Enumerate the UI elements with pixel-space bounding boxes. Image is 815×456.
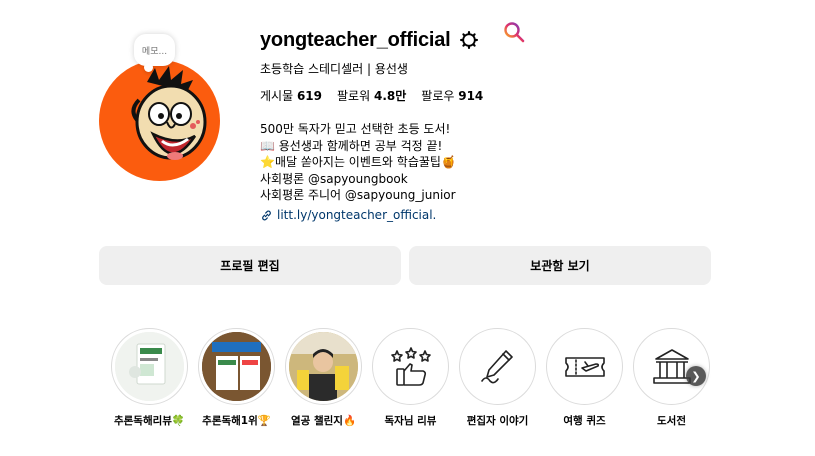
thumbs-up-stars-icon [376, 332, 445, 401]
link-icon [262, 210, 271, 220]
memo-bubble[interactable]: 메모... [134, 34, 175, 72]
highlight-label: 편집자 이야기 [466, 415, 529, 427]
username: yongteacher_official [260, 28, 451, 51]
profile-avatar[interactable] [99, 60, 220, 181]
posts-count: 619 [296, 89, 323, 103]
chevron-right-icon[interactable]: ❯ [686, 366, 706, 386]
highlight-item[interactable]: 추론독해리뷰🍀 [106, 328, 193, 428]
highlight-label: 열공 챌린지🔥 [290, 415, 357, 427]
followers-count: 4.8만 [373, 89, 407, 103]
story-highlights: 추론독해리뷰🍀 추론독해1위🏆 열공 챌린지🔥 독자님 리뷰 편집자 이야기 여… [99, 328, 715, 438]
posts-label: 게시물 [260, 89, 294, 103]
profile-subtitle: 초등학습 스테디셀러 | 용선생 [260, 62, 408, 76]
following-label: 팔로우 [421, 89, 455, 103]
followers-label: 팔로워 [337, 89, 371, 103]
profile-bio: 500만 독자가 믿고 선택한 초등 도서! 📖 용선생과 함께하면 공부 걱정… [260, 121, 456, 204]
bio-line: ⭐매달 쏟아지는 이벤트와 학습꿀팁🍯 [260, 155, 456, 169]
gear-icon[interactable] [459, 30, 479, 50]
highlight-item[interactable]: 열공 챌린지🔥 [280, 328, 367, 428]
highlight-ring [111, 328, 188, 405]
highlight-label: 여행 퀴즈 [563, 415, 606, 427]
profile-stats: 게시물 619 팔로워 4.8만 팔로우 914 [260, 87, 498, 104]
bio-line: 📖 용선생과 함께하면 공부 걱정 끝! [260, 138, 443, 153]
book-bestseller-image [202, 332, 271, 401]
following-stat[interactable]: 팔로우 914 [421, 87, 483, 104]
posts-stat: 게시물 619 [260, 87, 322, 104]
bio-line: 500만 독자가 믿고 선택한 초등 도서! [260, 122, 451, 136]
highlight-item[interactable]: 편집자 이야기 [454, 328, 541, 428]
cartoon-character-icon [131, 66, 207, 160]
bio-line[interactable]: 사회평론 주니어 @sapyoung_junior [260, 187, 456, 204]
view-archive-button[interactable]: 보관함 보기 [409, 246, 711, 285]
followers-stat[interactable]: 팔로워 4.8만 [337, 87, 406, 104]
following-count: 914 [458, 89, 484, 103]
highlight-ring [198, 328, 275, 405]
book-cover-image [115, 332, 184, 401]
highlight-ring [459, 328, 536, 405]
challenge-photo [289, 332, 358, 401]
username-row: yongteacher_official [260, 22, 479, 58]
avatar [99, 60, 220, 181]
highlight-ring [372, 328, 449, 405]
highlight-item[interactable]: 여행 퀴즈 [541, 328, 628, 428]
highlight-label: 추론독해리뷰🍀 [113, 415, 186, 427]
memo-placeholder: 메모... [141, 46, 168, 57]
threads-search-icon[interactable] [502, 20, 526, 44]
highlight-item[interactable]: 추론독해1위🏆 [193, 328, 280, 428]
highlight-item[interactable]: 독자님 리뷰 [367, 328, 454, 428]
highlight-ring [546, 328, 623, 405]
link-text: litt.ly/yongteacher_official. [277, 208, 437, 222]
pencil-icon [463, 332, 532, 401]
highlight-label: 도서전 [657, 415, 686, 427]
highlight-label: 독자님 리뷰 [384, 415, 437, 427]
bio-line[interactable]: 사회평론 @sapyoungbook [260, 171, 456, 188]
profile-link[interactable]: litt.ly/yongteacher_official. [260, 208, 436, 222]
edit-profile-button[interactable]: 프로필 편집 [99, 246, 401, 285]
plane-ticket-icon [550, 332, 619, 401]
highlight-ring [285, 328, 362, 405]
highlight-label: 추론독해1위🏆 [202, 415, 271, 427]
